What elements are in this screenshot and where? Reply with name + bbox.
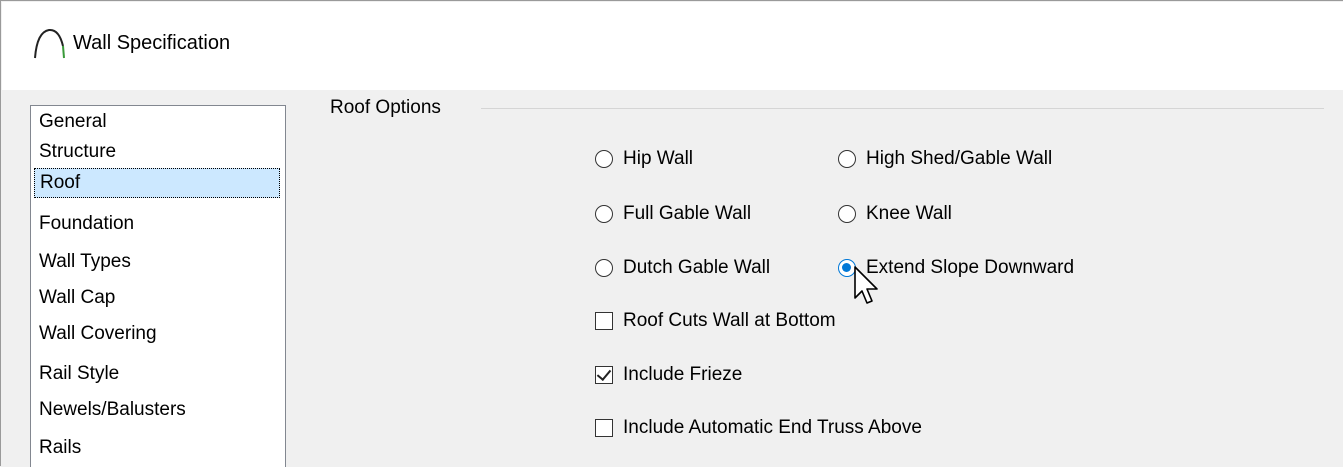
title-bar: Wall Specification xyxy=(2,2,1343,90)
include-automatic-end-truss-above-checkbox[interactable]: Include Automatic End Truss Above xyxy=(595,413,922,443)
sidebar-item-general[interactable]: General xyxy=(34,108,280,138)
sidebar-item-rail-style[interactable]: Rail Style xyxy=(34,360,280,390)
full-gable-wall-label: Full Gable Wall xyxy=(623,203,752,224)
dutch-gable-wall-label: Dutch Gable Wall xyxy=(623,257,771,278)
sidebar-item-wall-cap[interactable]: Wall Cap xyxy=(34,284,280,314)
knee-wall-label: Knee Wall xyxy=(866,203,952,224)
sidebar-item-roof[interactable]: Roof xyxy=(34,168,280,198)
wall-specification-dialog: Wall Specification General Structure Roo… xyxy=(0,0,1343,467)
knee-wall-radio[interactable]: Knee Wall xyxy=(838,199,952,229)
sidebar-item-newels-balusters[interactable]: Newels/Balusters xyxy=(34,396,280,426)
include-frieze-checkbox[interactable]: Include Frieze xyxy=(595,360,742,390)
extend-slope-downward-label: Extend Slope Downward xyxy=(866,257,1075,278)
roof-cuts-wall-at-bottom-label: Roof Cuts Wall at Bottom xyxy=(623,310,836,331)
roof-options-group-label: Roof Options xyxy=(330,97,449,119)
dutch-gable-wall-radio[interactable]: Dutch Gable Wall xyxy=(595,253,770,283)
category-list[interactable]: General Structure Roof Foundation Wall T… xyxy=(30,105,286,467)
checkbox-box[interactable] xyxy=(595,419,613,437)
mouse-pointer-icon xyxy=(854,266,878,304)
high-shed-gable-wall-label: High Shed/Gable Wall xyxy=(866,148,1053,169)
radio-indicator[interactable] xyxy=(838,205,856,223)
wall-arch-icon xyxy=(34,28,65,59)
hip-wall-radio[interactable]: Hip Wall xyxy=(595,144,693,174)
radio-indicator[interactable] xyxy=(838,150,856,168)
radio-indicator[interactable] xyxy=(595,205,613,223)
include-automatic-end-truss-above-label: Include Automatic End Truss Above xyxy=(623,417,922,438)
full-gable-wall-radio[interactable]: Full Gable Wall xyxy=(595,199,751,229)
sidebar-item-rails[interactable]: Rails xyxy=(34,434,280,464)
checkbox-box-checked[interactable] xyxy=(595,366,613,384)
window-title: Wall Specification xyxy=(73,32,231,54)
sidebar-item-structure[interactable]: Structure xyxy=(34,138,280,168)
sidebar-item-wall-types[interactable]: Wall Types xyxy=(34,248,280,278)
high-shed-gable-wall-radio[interactable]: High Shed/Gable Wall xyxy=(838,144,1052,174)
hip-wall-label: Hip Wall xyxy=(623,148,694,169)
roof-cuts-wall-at-bottom-checkbox[interactable]: Roof Cuts Wall at Bottom xyxy=(595,306,836,336)
sidebar-item-foundation[interactable]: Foundation xyxy=(34,210,280,240)
checkbox-box[interactable] xyxy=(595,312,613,330)
sidebar-item-wall-covering[interactable]: Wall Covering xyxy=(34,320,280,350)
radio-indicator[interactable] xyxy=(595,150,613,168)
include-frieze-label: Include Frieze xyxy=(623,364,743,385)
radio-indicator[interactable] xyxy=(595,259,613,277)
group-divider xyxy=(481,108,1324,109)
